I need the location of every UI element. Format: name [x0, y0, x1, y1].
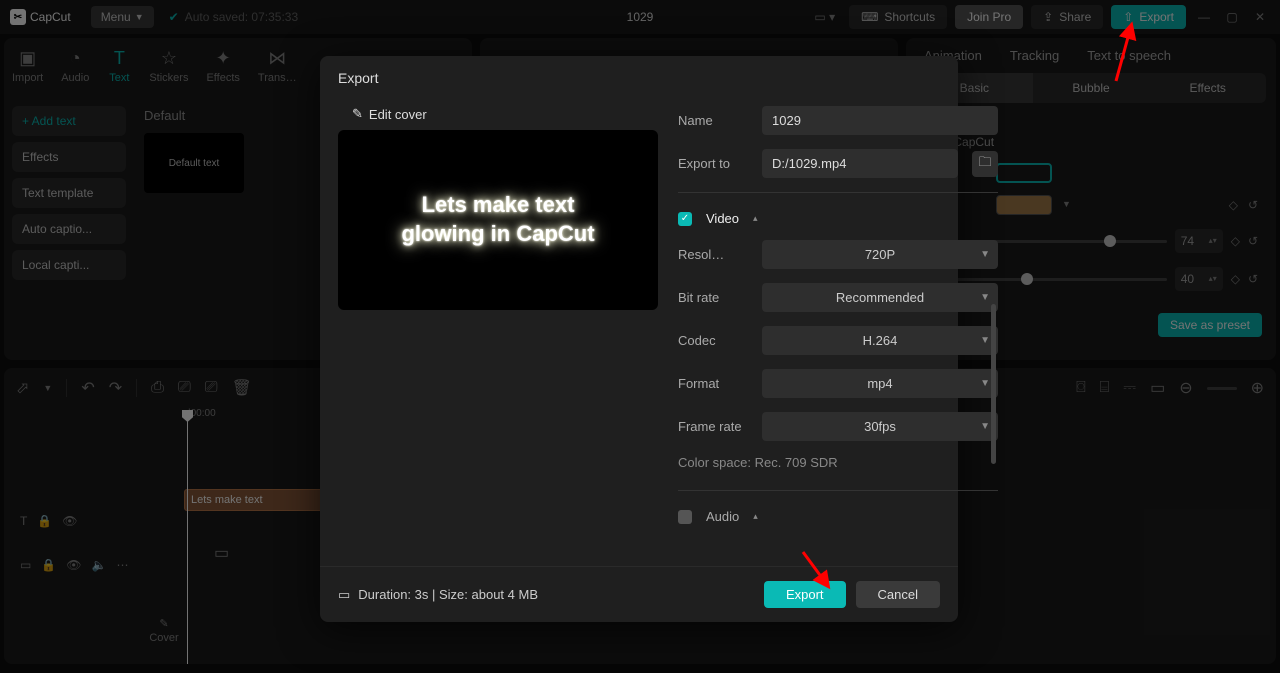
video-section-title: Video — [706, 211, 739, 226]
codec-select[interactable]: H.264▼ — [762, 326, 998, 355]
name-label: Name — [678, 113, 748, 128]
resolution-label: Resol… — [678, 247, 748, 262]
exportto-label: Export to — [678, 156, 748, 171]
chevron-down-icon: ▼ — [980, 421, 990, 432]
folder-icon: 🗀 — [978, 153, 991, 175]
audio-section-title: Audio — [706, 509, 739, 524]
bitrate-label: Bit rate — [678, 290, 748, 305]
cancel-button[interactable]: Cancel — [856, 581, 940, 608]
bitrate-select[interactable]: Recommended▼ — [762, 283, 998, 312]
scrollbar[interactable] — [991, 304, 996, 464]
chevron-down-icon: ▼ — [980, 292, 990, 303]
chevron-down-icon: ▼ — [980, 378, 990, 389]
browse-folder-button[interactable]: 🗀 — [972, 151, 998, 177]
color-space-info: Color space: Rec. 709 SDR — [678, 455, 998, 470]
audio-checkbox[interactable] — [678, 510, 692, 524]
export-dialog: Export ✎ Edit cover Lets make text glowi… — [320, 56, 958, 622]
name-input[interactable] — [762, 106, 998, 135]
film-icon: ▭ — [338, 587, 350, 603]
export-preview: Lets make text glowing in CapCut — [338, 130, 658, 310]
export-info: Duration: 3s | Size: about 4 MB — [358, 587, 538, 602]
export-confirm-button[interactable]: Export — [764, 581, 846, 608]
video-checkbox[interactable]: ✓ — [678, 212, 692, 226]
chevron-down-icon: ▼ — [980, 335, 990, 346]
dialog-title: Export — [320, 56, 958, 100]
edit-cover-button[interactable]: ✎ Edit cover — [352, 106, 658, 122]
format-select[interactable]: mp4▼ — [762, 369, 998, 398]
exportto-input[interactable] — [762, 149, 958, 178]
codec-label: Codec — [678, 333, 748, 348]
resolution-select[interactable]: 720P▼ — [762, 240, 998, 269]
chevron-down-icon: ▼ — [980, 249, 990, 260]
chevron-up-icon[interactable]: ▴ — [753, 213, 758, 224]
framerate-label: Frame rate — [678, 419, 748, 434]
chevron-up-icon[interactable]: ▴ — [753, 511, 758, 522]
framerate-select[interactable]: 30fps▼ — [762, 412, 998, 441]
format-label: Format — [678, 376, 748, 391]
pencil-icon: ✎ — [352, 106, 363, 122]
